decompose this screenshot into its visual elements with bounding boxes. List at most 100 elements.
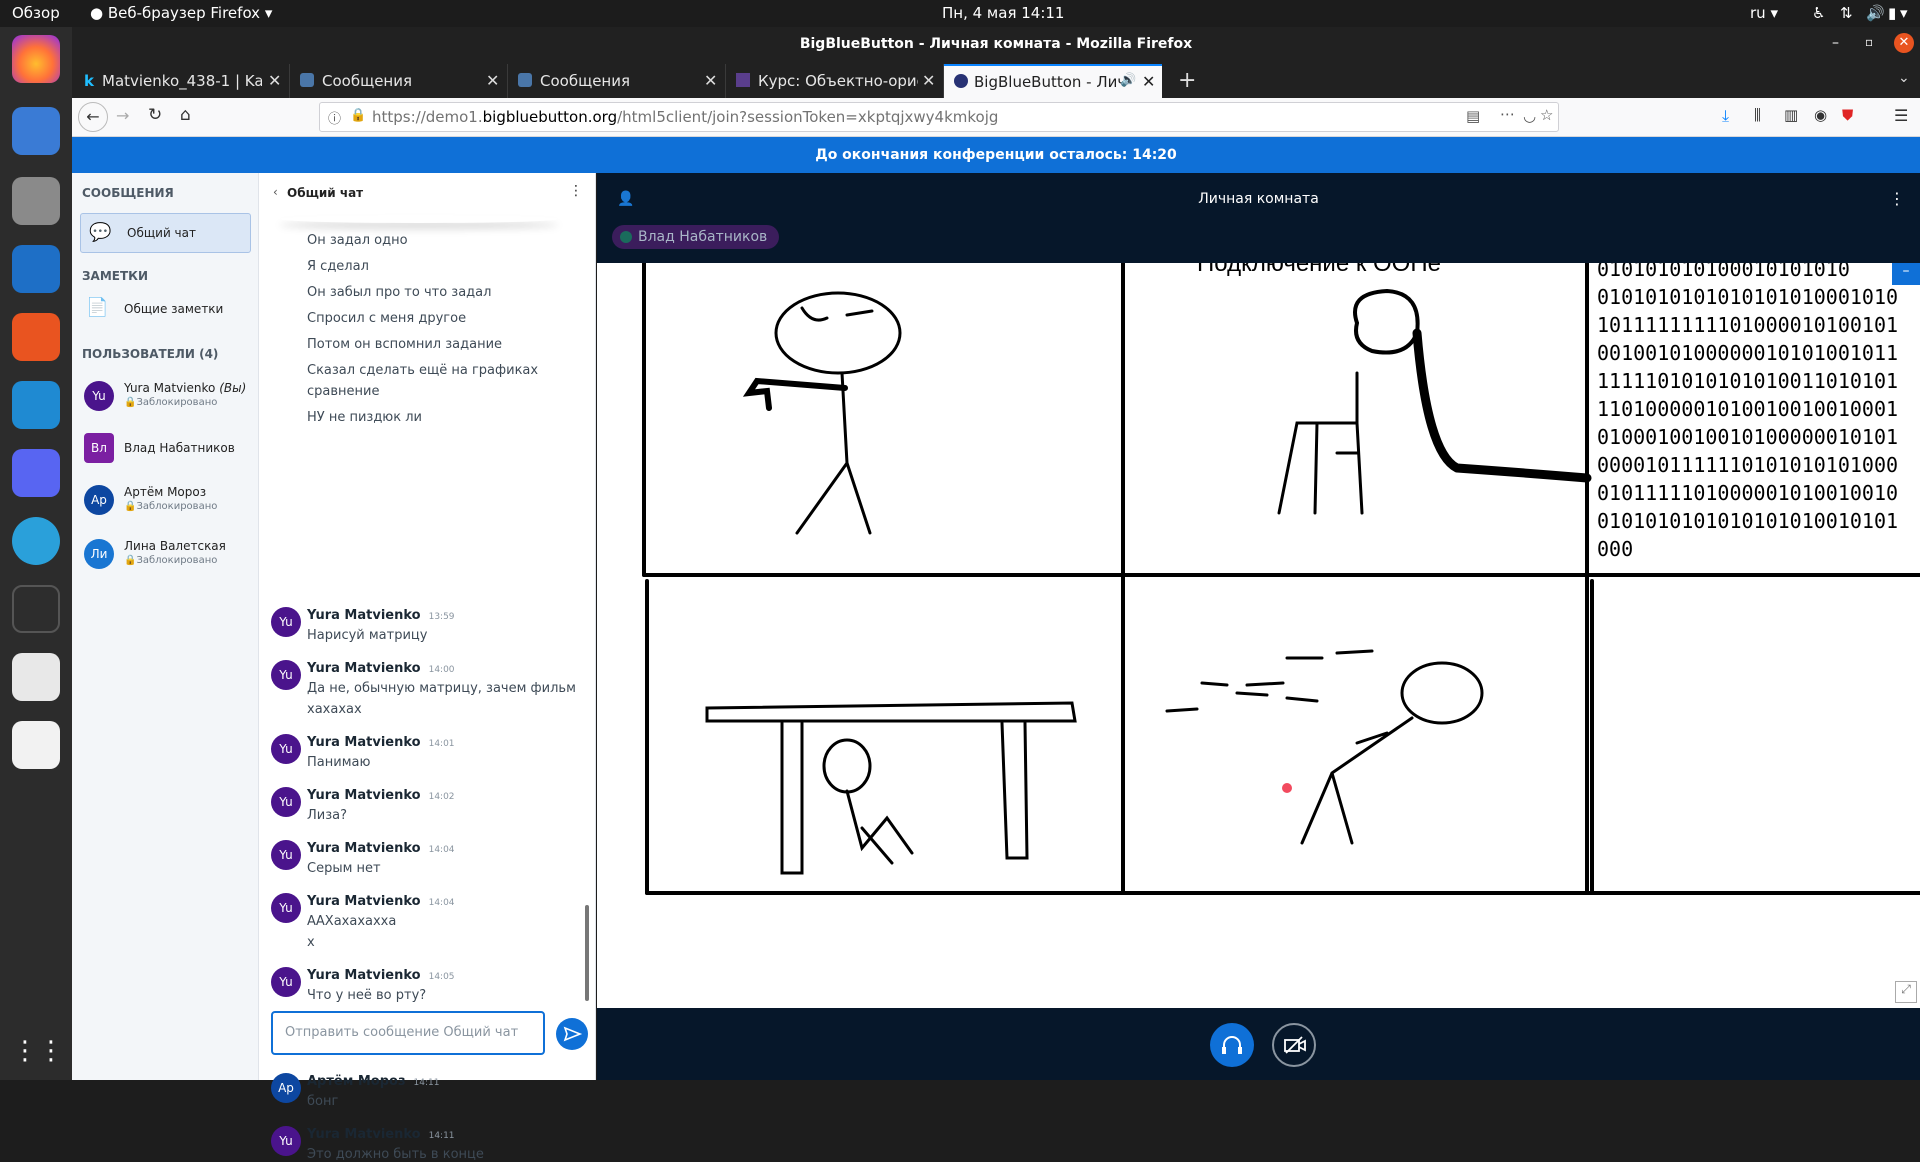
chat-message-input[interactable]: Отправить сообщение Общий чат xyxy=(271,1011,545,1055)
close-window-button[interactable]: ✕ xyxy=(1894,33,1914,53)
new-tab-button[interactable]: + xyxy=(1178,68,1196,93)
user-item[interactable]: Вл Влад Набатников xyxy=(84,425,254,471)
close-tab-icon[interactable]: ✕ xyxy=(486,71,499,90)
meeting-area: 👤 Личная комната ⋮ Влад Набатников Подкл… xyxy=(597,173,1920,1080)
app-menu[interactable]: ● Веб-браузер Firefox ▾ xyxy=(90,4,272,22)
close-tab-icon[interactable]: ✕ xyxy=(704,71,717,90)
pocket-icon[interactable]: ◡ xyxy=(1523,107,1536,125)
user-status-text: Заблокировано xyxy=(136,501,218,512)
tab-messages-1[interactable]: Сообщения ✕ xyxy=(290,64,508,98)
meeting-title: Личная комната xyxy=(1198,191,1319,207)
volume-icon[interactable]: 🔊 xyxy=(1866,4,1885,22)
shared-notes-item[interactable]: 📄 Общие заметки xyxy=(80,291,251,327)
chevron-left-icon[interactable]: ‹ xyxy=(273,185,278,199)
message-text: Он забыл про то что задал xyxy=(307,285,492,300)
maximize-button[interactable]: ▫ xyxy=(1865,35,1873,49)
user-item[interactable]: Ар Артём Мороз 🔒Заблокировано xyxy=(84,477,254,523)
message-text: Да не, обычную матрицу, зачем фильм xyxy=(307,681,576,696)
chat-title[interactable]: Общий чат xyxy=(287,186,363,200)
show-apps-icon[interactable]: ⋮⋮⋮ xyxy=(12,1027,90,1075)
fullscreen-icon[interactable]: ⤢ xyxy=(1895,981,1917,1003)
presenter-name: Влад Набатников xyxy=(638,229,768,245)
avatar: Ар xyxy=(84,485,114,515)
user-status: 🔒Заблокировано xyxy=(124,501,218,512)
home-button[interactable]: ⌂ xyxy=(180,105,191,125)
whiteboard[interactable]: Подключение к ООПе 010101010100010101010… xyxy=(597,263,1920,1008)
sidebar-icon[interactable]: ▥ xyxy=(1784,106,1798,124)
bookmark-star-icon[interactable]: ☆ xyxy=(1540,106,1553,124)
forward-button[interactable]: → xyxy=(116,106,129,125)
writer-icon[interactable] xyxy=(12,245,60,293)
presenter-badge: Влад Набатников xyxy=(612,225,780,249)
tab-bigbluebutton[interactable]: BigBlueButton - Личн 🔊 ✕ xyxy=(944,64,1162,98)
text-editor-icon[interactable] xyxy=(12,721,60,769)
ublock-icon[interactable]: ⛊ xyxy=(1842,106,1853,124)
files-icon[interactable] xyxy=(12,177,60,225)
user-item[interactable]: Yu Yura Matvienko (Вы) 🔒Заблокировано xyxy=(84,373,254,419)
accessibility-icon[interactable]: ♿ xyxy=(1812,4,1825,22)
notes-icon: 📄 xyxy=(86,297,109,318)
tab-messages-2[interactable]: Сообщения ✕ xyxy=(508,64,726,98)
message-text: НУ не пиздюк ли xyxy=(307,410,422,425)
camera-button[interactable] xyxy=(1272,1023,1316,1067)
discord-icon[interactable] xyxy=(12,449,60,497)
close-tab-icon[interactable]: ✕ xyxy=(1142,72,1155,91)
message-text: Он задал одно xyxy=(307,233,408,248)
document-viewer-icon[interactable] xyxy=(12,653,60,701)
vscode-icon[interactable] xyxy=(12,381,60,429)
reader-view-icon[interactable]: ▤ xyxy=(1466,107,1480,125)
chat-scrollbar[interactable] xyxy=(585,905,589,1001)
speaker-icon[interactable]: 🔊 xyxy=(1120,73,1136,88)
url-bar[interactable]: ⓘ 🔒 https://demo1.bigbluebutton.org/html… xyxy=(319,102,1559,132)
software-icon[interactable] xyxy=(12,313,60,361)
message-time: 13:59 xyxy=(428,612,455,622)
language-indicator[interactable]: ru ▾ xyxy=(1750,4,1778,22)
user-item[interactable]: Ли Лина Валетская 🔒Заблокировано xyxy=(84,531,254,577)
system-menu-chevron-icon[interactable]: ▾ xyxy=(1900,4,1908,22)
menu-icon[interactable]: ☰ xyxy=(1894,106,1908,125)
list-tabs-icon[interactable]: ⌄ xyxy=(1898,70,1910,86)
chat-options-icon[interactable]: ⋮ xyxy=(569,183,583,199)
battery-icon[interactable]: ▮ xyxy=(1888,4,1896,22)
avatar: Yu xyxy=(84,381,114,411)
url-text[interactable]: https://demo1.bigbluebutton.org/html5cli… xyxy=(372,108,998,126)
bottom-action-bar xyxy=(597,1008,1920,1080)
tab-kaggle[interactable]: k Matvienko_438-1 | Kaggl ✕ xyxy=(72,64,290,98)
message-text: сравнение xyxy=(307,384,380,399)
overview-button[interactable]: Обзор xyxy=(12,4,60,22)
send-icon xyxy=(563,1026,583,1042)
reload-button[interactable]: ↻ xyxy=(148,105,162,125)
library-icon[interactable]: ⫼ xyxy=(1754,106,1761,124)
public-chat-item[interactable]: 💬 Общий чат xyxy=(80,213,251,253)
message-text: Серым нет xyxy=(307,861,381,876)
tab-label: Курс: Объектно-ориент xyxy=(758,72,918,90)
binary-row: 0100010010010100000010101 xyxy=(1597,425,1899,449)
back-button[interactable]: ← xyxy=(78,102,108,132)
message-author: Yura Matvienko 14:00 xyxy=(307,661,455,676)
account-icon[interactable]: ◉ xyxy=(1814,106,1827,124)
message-text: Лиза? xyxy=(307,808,348,823)
terminal-icon[interactable] xyxy=(12,585,60,633)
close-tab-icon[interactable]: ✕ xyxy=(268,71,281,90)
author-name: Yura Matvienko xyxy=(307,1127,421,1142)
close-tab-icon[interactable]: ✕ xyxy=(922,71,935,90)
message-text: Что у неё во рту? xyxy=(307,988,427,1003)
thunderbird-icon[interactable] xyxy=(12,107,60,155)
meeting-options-icon[interactable]: ⋮ xyxy=(1889,189,1905,208)
minimize-button[interactable]: – xyxy=(1832,35,1839,51)
downloads-icon[interactable]: ⤓ xyxy=(1722,106,1729,126)
chat-panel: ‹ Общий чат ⋮ Он задал одно Я сделал Он за… xyxy=(259,173,596,1162)
firefox-icon[interactable] xyxy=(12,35,60,83)
audio-button[interactable] xyxy=(1210,1023,1254,1067)
author-name: Yura Matvienko xyxy=(307,735,421,750)
minimize-presentation-button[interactable]: – xyxy=(1892,263,1920,285)
send-button[interactable] xyxy=(556,1018,588,1050)
clock[interactable]: Пн, 4 мая 14:11 xyxy=(942,4,1064,22)
telegram-icon[interactable] xyxy=(12,517,60,565)
network-icon[interactable]: ⇅ xyxy=(1840,4,1853,22)
site-info-icon[interactable]: ⓘ xyxy=(328,108,341,127)
tab-course[interactable]: Курс: Объектно-ориент ✕ xyxy=(726,64,944,98)
author-name: Yura Matvienko xyxy=(307,894,421,909)
lock-icon[interactable]: 🔒 xyxy=(350,108,366,123)
page-actions-icon[interactable]: ⋯ xyxy=(1500,105,1515,123)
